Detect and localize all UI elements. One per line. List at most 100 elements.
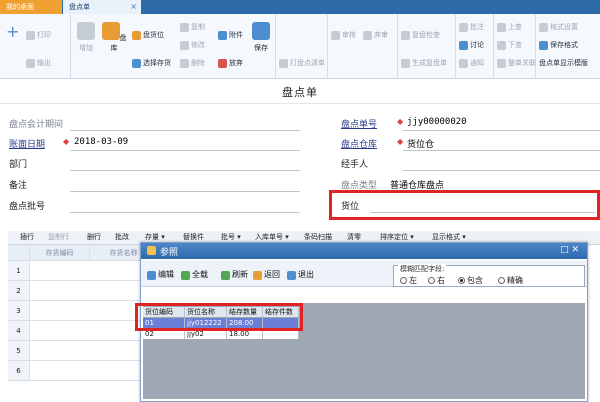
recheck-icon [401, 30, 410, 40]
warehouse-value: 货位仓 [407, 140, 435, 150]
dialog-load-all-button[interactable]: 全载 [181, 269, 208, 281]
abandon-audit-button[interactable]: 弃审 [363, 28, 388, 42]
modify-inventory-icon [101, 22, 120, 40]
link-button[interactable]: 整单关联 [497, 56, 536, 70]
table-row[interactable] [30, 361, 158, 381]
ribbon-group-file: + 打印 输出 [0, 14, 71, 78]
tab-strip: 我的桌面 盘点单 × [0, 0, 600, 14]
cargo-button[interactable]: 盘货位 [132, 28, 164, 42]
radio-left[interactable]: 左 [400, 275, 417, 286]
copy-button[interactable]: 复制 [180, 20, 205, 34]
delete-button[interactable]: 删除 [180, 56, 205, 70]
return-icon [253, 270, 262, 280]
save-button[interactable]: 保存 [250, 22, 272, 53]
abandon-audit-icon [363, 30, 372, 40]
dialog-title: 参照 [160, 248, 179, 258]
dialog-window-controls[interactable]: □ ✕ [560, 245, 579, 255]
radio-contains[interactable]: 包含 [458, 275, 483, 286]
add-icon [77, 22, 95, 40]
dept-field[interactable] [70, 157, 300, 171]
ribbon-group-link: 上查 下查 整单关联 [493, 14, 536, 78]
tab-desktop-label: 我的桌面 [6, 3, 34, 11]
grid-row-number: 2 [8, 281, 30, 301]
page-title-bar: 盘点单 [0, 79, 600, 104]
load-all-icon [181, 270, 190, 280]
required-mark: ◆ [63, 137, 70, 146]
generate-recheck-button[interactable]: 生成复盘单 [401, 56, 447, 70]
print-list-button[interactable]: 打盘点清单 [279, 56, 325, 70]
save-format-icon [539, 40, 548, 50]
grid-row-number: 3 [8, 301, 30, 321]
book-date-label[interactable]: 账面日期 [9, 137, 45, 150]
book-date-value: 2018-03-09 [74, 137, 129, 147]
print-button[interactable]: 打印 [26, 28, 51, 42]
batch-field[interactable] [70, 199, 300, 213]
highlight-selected-row-box [135, 303, 303, 331]
reference-dialog: 参照 □ ✕ 编辑 全载 刷新 返回 退出 模糊匹配字段: 左 右 包含 精确 … [135, 242, 588, 402]
link-icon [497, 58, 506, 68]
match-mode-group: 模糊匹配字段: 左 右 包含 精确 [393, 264, 585, 287]
prev-button[interactable]: 上查 [497, 20, 522, 34]
radio-circle [428, 277, 435, 284]
close-tab-icon[interactable]: × [130, 0, 137, 14]
modify-inventory-button[interactable]: 盘库 [100, 22, 128, 53]
display-template-button[interactable]: 盘点单显示模版 [539, 56, 588, 70]
select-goods-icon [132, 58, 141, 68]
discuss-button[interactable]: 讨论 [459, 38, 484, 52]
ribbon-group-edit: 增加 盘库 盘货位 选择存货 复制 修改 删除 附件 放弃 保存 [70, 14, 276, 78]
cargo-icon [132, 30, 141, 40]
modify-icon [180, 40, 189, 50]
table-row[interactable] [30, 341, 158, 361]
add-button[interactable]: 增加 [74, 22, 98, 53]
delete-icon [180, 58, 189, 68]
notify-icon [459, 58, 468, 68]
recheck-button[interactable]: 复盘检查 [401, 28, 440, 42]
radio-exact[interactable]: 精确 [498, 275, 523, 286]
radio-right[interactable]: 右 [428, 275, 445, 286]
abandon-button[interactable]: 放弃 [218, 56, 243, 70]
grid-insert-row[interactable]: 插行 [20, 231, 34, 244]
grid-delete-row[interactable]: 删行 [87, 231, 101, 244]
save-format-button[interactable]: 保存格式 [539, 38, 578, 52]
audit-button[interactable]: 审核 [331, 28, 356, 42]
down-arrow-icon [497, 40, 506, 50]
next-button[interactable]: 下查 [497, 38, 522, 52]
table-row[interactable] [30, 281, 158, 301]
dialog-exit-button[interactable]: 退出 [287, 269, 314, 281]
annotate-button[interactable]: 批注 [459, 20, 484, 34]
dialog-return-button[interactable]: 返回 [253, 269, 280, 281]
tab-stocktake[interactable]: 盘点单 × [63, 0, 141, 14]
remark-field[interactable] [70, 178, 300, 192]
grid-copy-row[interactable]: 复制行 [48, 231, 69, 244]
tab-desktop[interactable]: 我的桌面 [0, 0, 62, 14]
table-row[interactable] [30, 261, 158, 281]
select-goods-button[interactable]: 选择存货 [132, 56, 171, 70]
export-icon [26, 58, 35, 68]
warehouse-label[interactable]: 盘点仓库 [341, 137, 377, 150]
page-title: 盘点单 [282, 86, 318, 99]
ribbon-group-format: 格式设置 保存格式 盘点单显示模版 [535, 14, 600, 78]
dialog-title-bar[interactable]: 参照 □ ✕ [141, 243, 587, 259]
handler-field[interactable] [403, 157, 600, 171]
period-field[interactable] [70, 117, 300, 131]
period-label: 盘点会计期间 [9, 120, 64, 130]
save-icon [252, 22, 270, 40]
dept-label: 部门 [9, 160, 28, 170]
grid-batch-modify[interactable]: 批改 [115, 231, 129, 244]
export-button[interactable]: 输出 [26, 56, 51, 70]
ribbon-group-collab: 批注 讨论 通知 [455, 14, 494, 78]
dialog-refresh-button[interactable]: 刷新 [221, 269, 248, 281]
handler-label: 经手人 [341, 160, 369, 170]
dialog-edit-button[interactable]: 编辑 [147, 269, 174, 281]
notify-button[interactable]: 通知 [459, 56, 484, 70]
format-settings-button[interactable]: 格式设置 [539, 20, 578, 34]
new-icon[interactable]: + [6, 22, 19, 41]
up-arrow-icon [497, 22, 506, 32]
grid-col-code[interactable]: 存货编码 [30, 245, 90, 261]
attach-button[interactable]: 附件 [218, 28, 243, 42]
dialog-toolbar: 编辑 全载 刷新 返回 退出 模糊匹配字段: 左 右 包含 精确 [141, 260, 587, 287]
modify-button[interactable]: 修改 [180, 38, 205, 52]
discuss-icon [459, 40, 468, 50]
generate-recheck-icon [401, 58, 410, 68]
doc-no-label[interactable]: 盘点单号 [341, 117, 377, 130]
